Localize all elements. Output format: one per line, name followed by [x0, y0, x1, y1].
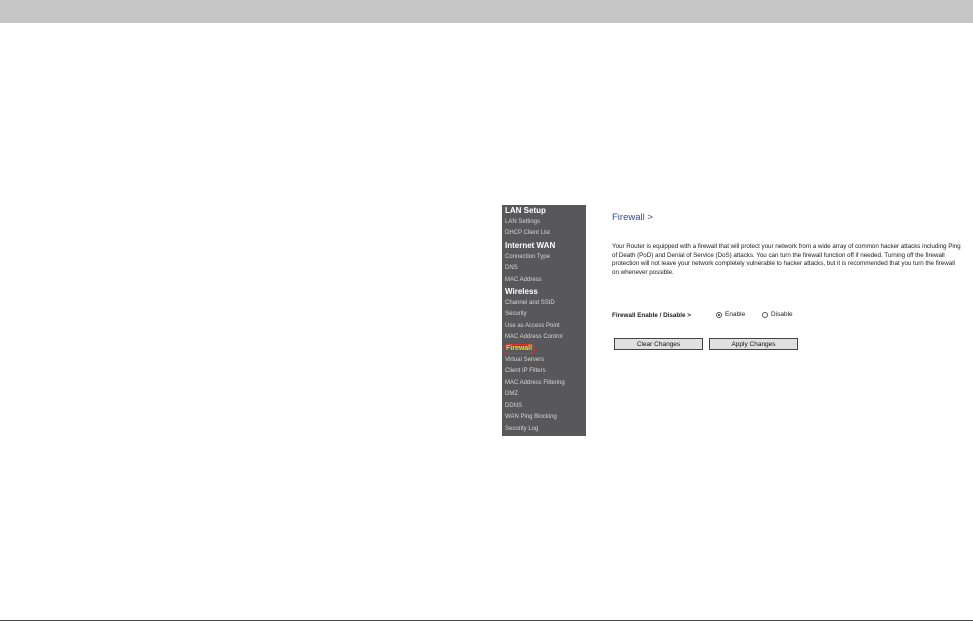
sidebar-item-dns[interactable]: DNS	[505, 264, 518, 272]
enable-option[interactable]: Enable	[716, 311, 745, 318]
sidebar-section-wireless: Wireless	[505, 287, 538, 296]
sidebar-section-internet-wan: Internet WAN	[505, 241, 556, 250]
sidebar-item-client-ip-filters[interactable]: Client IP Filters	[505, 367, 546, 375]
sidebar-section-lan-setup: LAN Setup	[505, 206, 546, 215]
sidebar-item-dmz[interactable]: DMZ	[505, 390, 518, 398]
sidebar-nav: LAN Setup LAN Settings DHCP Client List …	[502, 205, 586, 436]
top-header-bar	[0, 0, 973, 23]
radio-selected-dot	[718, 313, 720, 316]
sidebar-item-mac-address-filtering[interactable]: MAC Address Filtering	[505, 379, 565, 387]
firewall-description: Your Router is equipped with a firewall …	[612, 243, 961, 276]
firewall-toggle-label: Firewall Enable / Disable >	[612, 312, 691, 319]
sidebar-item-channel-ssid[interactable]: Channel and SSID	[505, 299, 555, 307]
sidebar-item-security[interactable]: Security	[505, 310, 527, 318]
sidebar-item-virtual-servers[interactable]: Virtual Servers	[505, 356, 544, 364]
enable-radio[interactable]	[716, 311, 722, 318]
page-title: Firewall >	[612, 212, 653, 223]
sidebar-item-mac-address[interactable]: MAC Address	[505, 276, 542, 284]
disable-radio[interactable]	[762, 311, 768, 318]
sidebar-item-mac-address-control[interactable]: MAC Address Control	[505, 333, 563, 341]
sidebar-item-dhcp-client-list[interactable]: DHCP Client List	[505, 229, 550, 237]
sidebar-item-connection-type[interactable]: Connection Type	[505, 253, 550, 261]
sidebar-item-access-point[interactable]: Use as Access Point	[505, 322, 560, 330]
sidebar-item-lan-settings[interactable]: LAN Settings	[505, 218, 540, 226]
bottom-divider	[0, 620, 973, 621]
disable-label: Disable	[771, 311, 793, 318]
sidebar-item-security-log[interactable]: Security Log	[505, 425, 538, 433]
sidebar-item-firewall[interactable]: Firewall	[503, 344, 536, 354]
disable-option[interactable]: Disable	[762, 311, 793, 318]
apply-changes-button[interactable]: Apply Changes	[709, 338, 798, 350]
sidebar-item-wan-ping-blocking[interactable]: WAN Ping Blocking	[505, 413, 557, 421]
sidebar-item-ddns[interactable]: DDNS	[505, 402, 522, 410]
enable-label: Enable	[725, 311, 746, 318]
clear-changes-button[interactable]: Clear Changes	[614, 338, 703, 350]
